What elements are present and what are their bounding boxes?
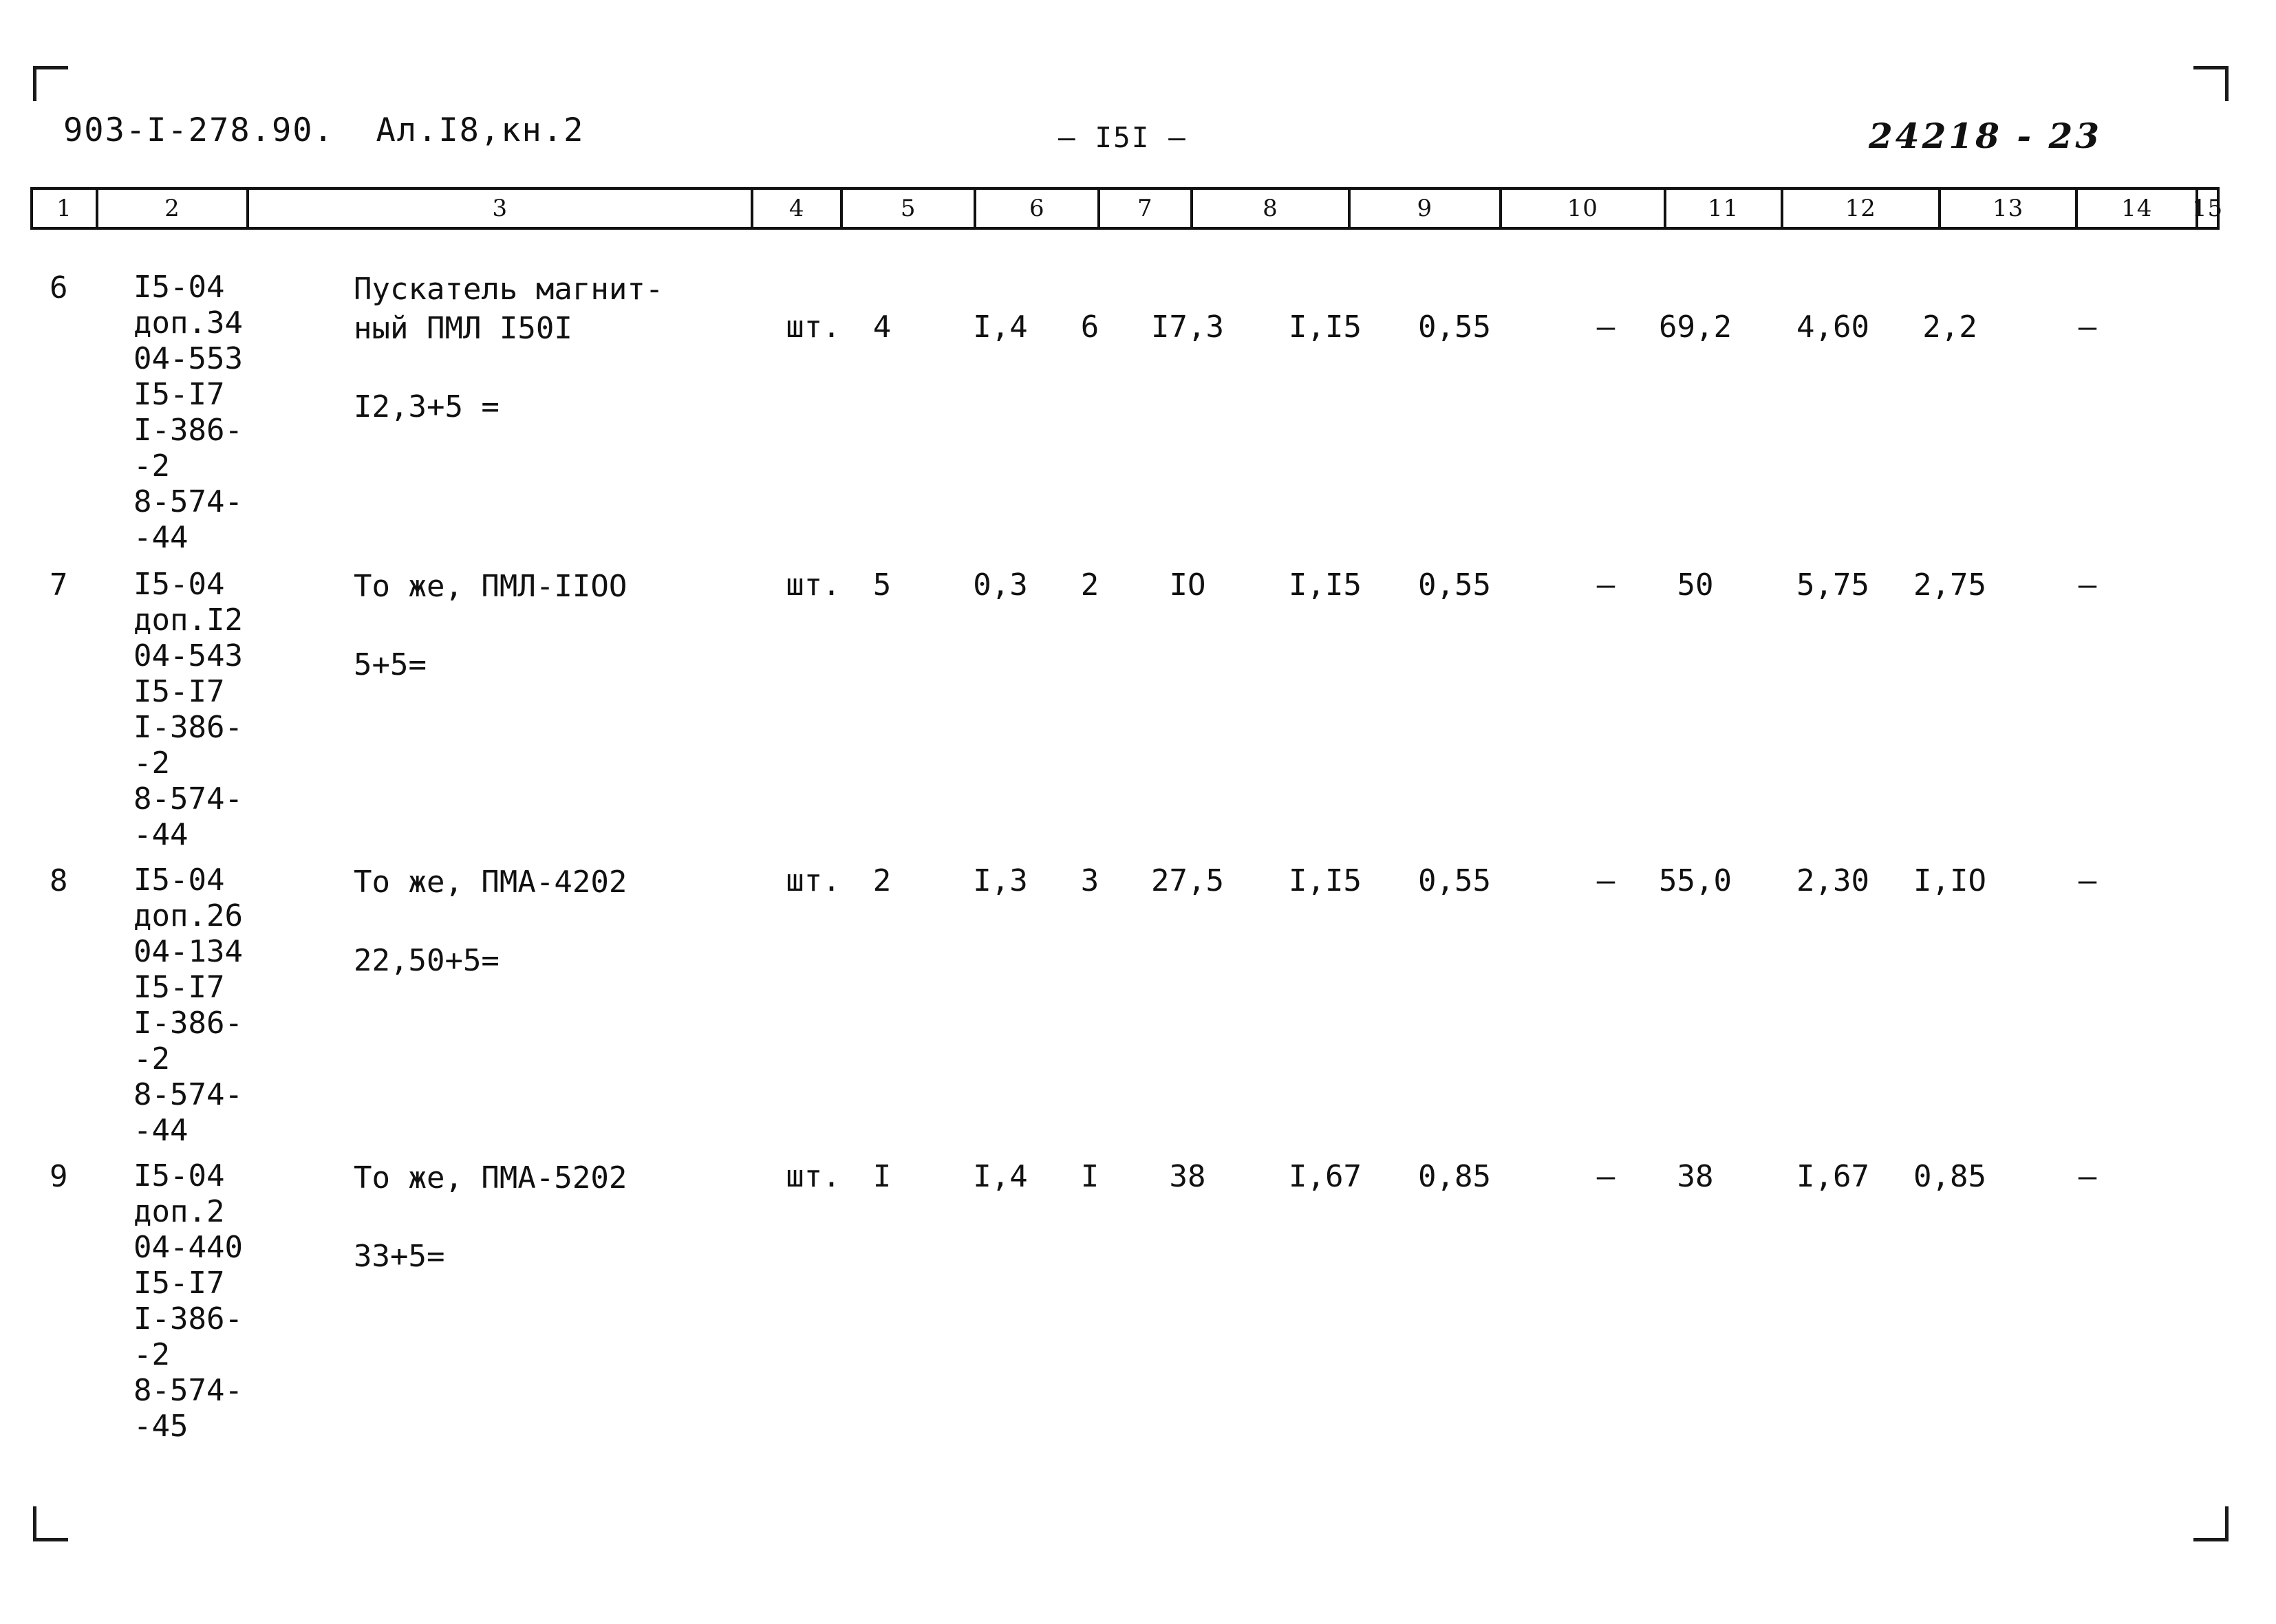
cell-value-9: I,I5: [1289, 567, 1362, 603]
cell-item-number: 6: [50, 270, 68, 305]
cell-reference-codes: I5-04 доп.34 04-553 I5-I7 I-386- -2 8-57…: [133, 270, 243, 555]
table-row: 9 I5-04 доп.2 04-440 I5-I7 I-386- -2 8-57…: [30, 1158, 2220, 1454]
column-header-10: 10: [1502, 190, 1666, 227]
crop-mark-bottom-left: [33, 1506, 68, 1541]
cell-description: То же, ПМА-4202 22,50+5=: [354, 865, 627, 978]
crop-mark-top-right: [2193, 66, 2229, 101]
cell-value-9: I,I5: [1289, 310, 1362, 345]
cell-item-number: 7: [50, 567, 68, 603]
cell-value-13: I,67: [1796, 1159, 1869, 1194]
cell-value-9: I,67: [1289, 1159, 1362, 1194]
cell-value-14: 2,75: [1913, 567, 1986, 603]
cell-reference-codes: I5-04 доп.26 04-134 I5-I7 I-386- -2 8-57…: [133, 863, 243, 1148]
table-row: 8 I5-04 доп.26 04-134 I5-I7 I-386- -2 8-5…: [30, 863, 2220, 1158]
crop-mark-top-left: [33, 66, 68, 101]
table-row: 7 I5-04 доп.I2 04-543 I5-I7 I-386- -2 8-5…: [30, 567, 2220, 863]
cell-value-10: 0,55: [1418, 863, 1491, 898]
column-header-8: 8: [1193, 190, 1351, 227]
cell-value-15: –: [2078, 1159, 2097, 1194]
cell-value-10: 0,85: [1418, 1159, 1491, 1194]
crop-mark-bottom-right: [2193, 1506, 2229, 1541]
cell-value-14: 0,85: [1913, 1159, 1986, 1194]
cell-value-13: 5,75: [1796, 567, 1869, 603]
cell-quantity: I: [872, 1159, 892, 1194]
column-header-9: 9: [1351, 190, 1502, 227]
cell-quantity: 4: [872, 310, 892, 345]
cell-description: Пускатель магнит- ный ПМЛ I50I I2,3+5 =: [354, 272, 664, 424]
cell-value-8: I7,3: [1151, 310, 1224, 345]
column-header-11: 11: [1666, 190, 1783, 227]
column-header-6: 6: [976, 190, 1101, 227]
cell-quantity: 2: [872, 863, 892, 898]
column-header-15: 15: [2191, 195, 2224, 222]
cell-value-12: 50: [1677, 567, 1714, 603]
column-header-7: 7: [1100, 190, 1193, 227]
cell-value-13: 4,60: [1796, 310, 1869, 345]
column-header-4: 4: [753, 190, 843, 227]
cell-quantity: 5: [872, 567, 892, 603]
column-header-12: 12: [1783, 190, 1941, 227]
column-header-14: 14: [2078, 190, 2198, 227]
column-header-13: 13: [1941, 190, 2079, 227]
cell-value-8: 27,5: [1151, 863, 1224, 898]
cell-value-15: –: [2078, 310, 2097, 345]
cell-value-12: 38: [1677, 1159, 1714, 1194]
cell-value-12: 69,2: [1659, 310, 1732, 345]
document-code: 903-I-278.90. Ал.I8,кн.2: [63, 111, 585, 149]
cell-value-14: I,IO: [1913, 863, 1986, 898]
cell-description: То же, ПМА-5202 33+5=: [354, 1160, 627, 1274]
cell-value-15: –: [2078, 567, 2097, 603]
column-header-1: 1: [33, 190, 98, 227]
page-number: — I5I —: [1058, 121, 1187, 154]
cell-reference-codes: I5-04 доп.2 04-440 I5-I7 I-386- -2 8-574…: [133, 1158, 243, 1444]
column-header-3: 3: [249, 190, 754, 227]
cell-value-14: 2,2: [1922, 310, 1977, 345]
cell-item-number: 8: [50, 863, 68, 898]
archive-number: 24218 - 23: [1869, 116, 2103, 156]
cell-description: То же, ПМЛ-IIOO 5+5=: [354, 569, 627, 682]
cell-reference-codes: I5-04 доп.I2 04-543 I5-I7 I-386- -2 8-57…: [133, 567, 243, 852]
cell-value-10: 0,55: [1418, 310, 1491, 345]
cell-value-12: 55,0: [1659, 863, 1732, 898]
cell-value-8: IO: [1169, 567, 1206, 603]
cell-value-9: I,I5: [1289, 863, 1362, 898]
cell-value-13: 2,30: [1796, 863, 1869, 898]
cell-value-10: 0,55: [1418, 567, 1491, 603]
cell-value-8: 38: [1169, 1159, 1206, 1194]
column-header-strip: 1 2 3 4 5 6 7 8 9 10 11 12 13 14 15: [30, 187, 2224, 230]
column-header-2: 2: [98, 190, 250, 227]
cell-item-number: 9: [50, 1159, 68, 1194]
table-row: 6 I5-04 доп.34 04-553 I5-I7 I-386- -2 8-5…: [30, 270, 2220, 565]
cell-value-15: –: [2078, 863, 2097, 898]
column-header-5: 5: [843, 190, 977, 227]
